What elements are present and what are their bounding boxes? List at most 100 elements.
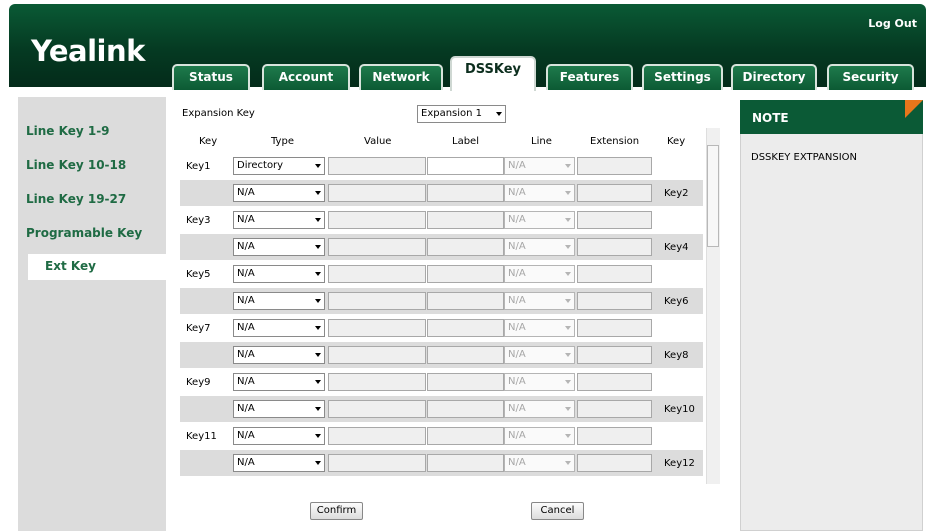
key-line-select[interactable]: N/A <box>504 400 575 418</box>
key-type-select[interactable]: Directory <box>233 157 325 175</box>
key-value-field[interactable] <box>328 373 426 391</box>
column-header-line: Line <box>531 136 552 147</box>
key-line-value: N/A <box>508 295 526 306</box>
key-extension-field[interactable] <box>577 319 652 337</box>
tab-status[interactable]: Status <box>172 64 250 90</box>
chevron-down-icon <box>565 326 571 330</box>
key-value-field[interactable] <box>328 157 426 175</box>
tab-features[interactable]: Features <box>546 64 633 90</box>
tab-account[interactable]: Account <box>262 64 350 90</box>
key-label-field[interactable] <box>427 346 504 364</box>
key-extension-field[interactable] <box>577 238 652 256</box>
key-label-field[interactable] <box>427 211 504 229</box>
key-type-select[interactable]: N/A <box>233 400 325 418</box>
tab-settings[interactable]: Settings <box>642 64 723 90</box>
key-label-field[interactable] <box>427 184 504 202</box>
key-value-field[interactable] <box>328 211 426 229</box>
key-label-field[interactable] <box>427 373 504 391</box>
key-line-value: N/A <box>508 268 526 279</box>
key-value-field[interactable] <box>328 319 426 337</box>
key-label-field[interactable] <box>427 427 504 445</box>
key-type-value: N/A <box>237 187 255 198</box>
key-type-value: N/A <box>237 376 255 387</box>
key-line-select[interactable]: N/A <box>504 184 575 202</box>
key-type-select[interactable]: N/A <box>233 211 325 229</box>
chevron-down-icon <box>315 164 321 168</box>
sidebar-item-programable-key[interactable]: Programable Key <box>26 226 142 240</box>
key-extension-field[interactable] <box>577 454 652 472</box>
chevron-down-icon <box>565 245 571 249</box>
key-extension-field[interactable] <box>577 157 652 175</box>
key-line-value: N/A <box>508 376 526 387</box>
key-line-select[interactable]: N/A <box>504 319 575 337</box>
key-extension-field[interactable] <box>577 292 652 310</box>
key-type-select[interactable]: N/A <box>233 184 325 202</box>
row-key-label: Key9 <box>186 377 211 388</box>
key-type-select[interactable]: N/A <box>233 319 325 337</box>
tab-directory[interactable]: Directory <box>731 64 817 90</box>
tab-network[interactable]: Network <box>359 64 443 90</box>
key-value-field[interactable] <box>328 265 426 283</box>
chevron-down-icon <box>565 191 571 195</box>
key-line-select[interactable]: N/A <box>504 238 575 256</box>
key-label-field[interactable] <box>427 400 504 418</box>
chevron-down-icon <box>315 407 321 411</box>
column-header-extension: Extension <box>590 136 640 147</box>
key-line-select[interactable]: N/A <box>504 346 575 364</box>
key-value-field[interactable] <box>328 454 426 472</box>
scrollbar-thumb[interactable] <box>707 145 719 247</box>
key-extension-field[interactable] <box>577 211 652 229</box>
key-extension-field[interactable] <box>577 346 652 364</box>
expansion-key-label: Expansion Key <box>182 108 255 119</box>
key-value-field[interactable] <box>328 238 426 256</box>
tab-dsskey[interactable]: DSSKey <box>450 56 536 91</box>
key-extension-field[interactable] <box>577 265 652 283</box>
key-label-field[interactable] <box>427 157 504 175</box>
key-line-value: N/A <box>508 430 526 441</box>
key-line-select[interactable]: N/A <box>504 292 575 310</box>
chevron-down-icon <box>565 299 571 303</box>
key-line-select[interactable]: N/A <box>504 373 575 391</box>
logout-link[interactable]: Log Out <box>868 17 917 30</box>
chevron-down-icon <box>315 245 321 249</box>
key-label-field[interactable] <box>427 319 504 337</box>
chevron-down-icon <box>315 218 321 222</box>
key-extension-field[interactable] <box>577 184 652 202</box>
key-type-select[interactable]: N/A <box>233 292 325 310</box>
row-key-label: Key3 <box>186 215 211 226</box>
row-key-label-right: Key2 <box>664 188 689 199</box>
key-value-field[interactable] <box>328 292 426 310</box>
sidebar-item-line-key-19-27[interactable]: Line Key 19-27 <box>26 192 126 206</box>
key-value-field[interactable] <box>328 427 426 445</box>
key-type-select[interactable]: N/A <box>233 373 325 391</box>
key-type-value: N/A <box>237 268 255 279</box>
key-line-select[interactable]: N/A <box>504 211 575 229</box>
key-type-select[interactable]: N/A <box>233 238 325 256</box>
key-line-select[interactable]: N/A <box>504 157 575 175</box>
tab-security[interactable]: Security <box>827 64 914 90</box>
key-label-field[interactable] <box>427 292 504 310</box>
key-line-select[interactable]: N/A <box>504 265 575 283</box>
key-extension-field[interactable] <box>577 400 652 418</box>
key-type-select[interactable]: N/A <box>233 454 325 472</box>
cancel-button[interactable]: Cancel <box>531 502 584 520</box>
key-line-value: N/A <box>508 160 526 171</box>
key-extension-field[interactable] <box>577 373 652 391</box>
key-type-select[interactable]: N/A <box>233 427 325 445</box>
key-extension-field[interactable] <box>577 427 652 445</box>
key-line-select[interactable]: N/A <box>504 454 575 472</box>
key-label-field[interactable] <box>427 454 504 472</box>
key-value-field[interactable] <box>328 184 426 202</box>
sidebar-item-line-key-10-18[interactable]: Line Key 10-18 <box>26 158 126 172</box>
key-type-select[interactable]: N/A <box>233 265 325 283</box>
key-type-select[interactable]: N/A <box>233 346 325 364</box>
key-line-select[interactable]: N/A <box>504 427 575 445</box>
confirm-button[interactable]: Confirm <box>310 502 363 520</box>
expansion-select[interactable]: Expansion 1 <box>417 105 506 123</box>
chevron-down-icon <box>315 326 321 330</box>
key-label-field[interactable] <box>427 265 504 283</box>
key-value-field[interactable] <box>328 346 426 364</box>
key-label-field[interactable] <box>427 238 504 256</box>
key-value-field[interactable] <box>328 400 426 418</box>
sidebar-item-line-key-1-9[interactable]: Line Key 1-9 <box>26 124 110 138</box>
